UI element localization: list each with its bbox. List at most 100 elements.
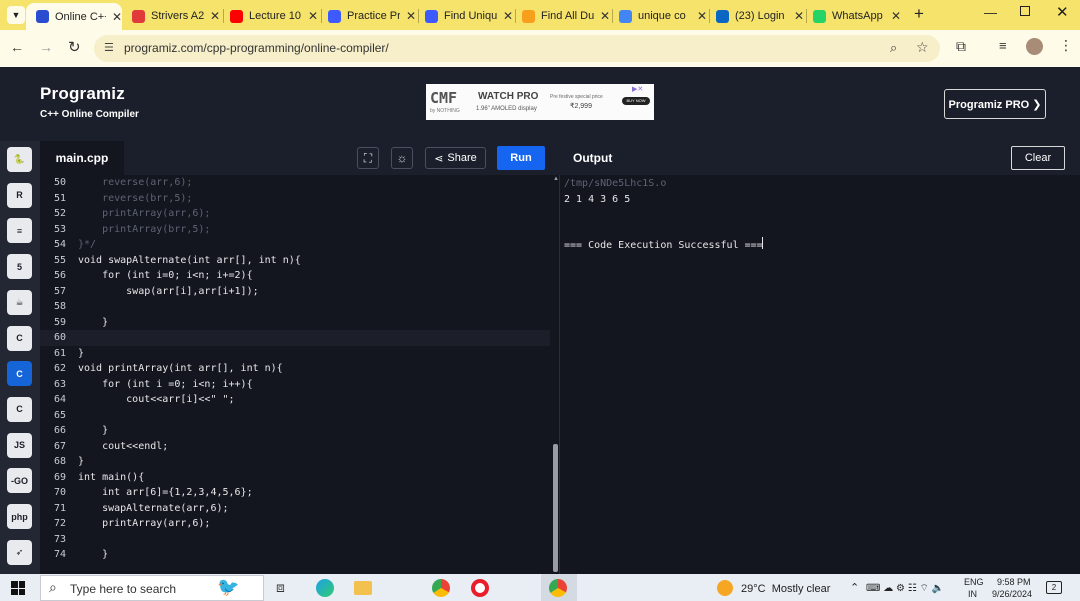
code-line[interactable]: 52 printArray(arr,6); bbox=[40, 206, 550, 222]
code-line[interactable]: 65 bbox=[40, 408, 550, 424]
code-line[interactable]: 51 reverse(brr,5); bbox=[40, 191, 550, 207]
windows-start-button[interactable] bbox=[11, 581, 25, 595]
close-tab-icon[interactable]: ✕ bbox=[697, 9, 707, 23]
task-view-icon[interactable]: ⧈ bbox=[276, 579, 285, 596]
input-region[interactable]: IN bbox=[968, 589, 977, 599]
back-icon[interactable]: ← bbox=[10, 39, 24, 55]
sql-icon[interactable]: ≡ bbox=[7, 218, 32, 244]
taskbar-search-input[interactable]: ⌕ Type here to search 🐦 bbox=[40, 575, 264, 601]
code-editor[interactable]: 50 reverse(arr,6); 51 reverse(brr,5); 52 p… bbox=[40, 175, 559, 574]
code-line[interactable]: 55 void swapAlternate(int arr[], int n){ bbox=[40, 253, 550, 269]
ad-cta-button[interactable]: BUY NOW bbox=[622, 97, 650, 105]
chrome-active-icon[interactable] bbox=[549, 579, 567, 597]
bird-widget-icon[interactable]: 🐦 bbox=[217, 577, 251, 599]
browser-tab[interactable]: Practice Problems ✕ bbox=[324, 4, 416, 28]
new-tab-button[interactable]: + bbox=[910, 4, 928, 24]
programiz-logo[interactable]: Programiz bbox=[40, 84, 125, 104]
zoom-icon[interactable]: ⌕ bbox=[890, 40, 897, 56]
clock-date[interactable]: 9/26/2024 bbox=[992, 589, 1032, 599]
file-explorer-icon[interactable] bbox=[354, 581, 372, 595]
javascript-icon[interactable]: JS bbox=[7, 432, 32, 458]
code-line[interactable]: 60 bbox=[40, 330, 550, 346]
code-line[interactable]: 69 int main(){ bbox=[40, 470, 550, 486]
browser-tab[interactable]: Find All Duplicates ✕ bbox=[518, 4, 610, 28]
code-line[interactable]: 74 } bbox=[40, 547, 550, 563]
clock-time[interactable]: 9:58 PM bbox=[997, 577, 1031, 587]
run-button[interactable]: Run bbox=[497, 146, 545, 170]
notification-icon[interactable]: 2 bbox=[1046, 581, 1062, 594]
code-line[interactable]: 61} bbox=[40, 346, 550, 362]
code-line[interactable]: 62 void printArray(int arr[], int n){ bbox=[40, 361, 550, 377]
tab-search-button[interactable]: ▼ bbox=[7, 6, 25, 24]
java-icon[interactable]: ☕ bbox=[7, 289, 32, 315]
opera-icon[interactable] bbox=[471, 579, 489, 597]
code-line[interactable]: 72 printArray(arr,6); bbox=[40, 516, 550, 532]
close-tab-icon[interactable]: ✕ bbox=[406, 9, 416, 23]
code-line[interactable]: 66 } bbox=[40, 423, 550, 439]
ad-choices-icon[interactable]: ▶✕ bbox=[632, 85, 652, 94]
code-line[interactable]: 59 } bbox=[40, 315, 550, 331]
chrome-icon[interactable] bbox=[432, 579, 450, 597]
browser-tab[interactable]: Online C++ ✕ bbox=[26, 3, 122, 30]
bookmark-star-icon[interactable]: ☆ bbox=[916, 39, 929, 56]
html5-icon[interactable]: 5 bbox=[7, 254, 32, 280]
r-icon[interactable]: R bbox=[7, 182, 32, 208]
reload-icon[interactable]: ↻ bbox=[68, 38, 81, 56]
share-button[interactable]: ⋖ Share bbox=[425, 147, 486, 169]
edge-icon[interactable] bbox=[316, 579, 334, 597]
input-language[interactable]: ENG bbox=[964, 577, 984, 587]
code-line[interactable]: 57 swap(arr[i],arr[i+1]); bbox=[40, 284, 550, 300]
browser-tab[interactable]: Find Unique ✕ bbox=[421, 4, 513, 28]
python-icon[interactable]: 🐍 bbox=[7, 147, 32, 172]
extensions-icon[interactable]: ⧉ bbox=[956, 38, 966, 55]
close-tab-icon[interactable]: ✕ bbox=[794, 9, 804, 23]
browser-menu-icon[interactable]: ⋮ bbox=[1059, 37, 1073, 54]
code-line[interactable]: 67 cout<<endl; bbox=[40, 439, 550, 455]
profile-avatar[interactable] bbox=[1026, 38, 1043, 55]
close-window-button[interactable]: ✕ bbox=[1056, 3, 1069, 21]
output-console[interactable]: /tmp/sNDe5Lhc1S.o 2 1 4 3 6 5 === Code Exe… bbox=[559, 175, 1080, 574]
tray-icons[interactable]: ⌨ ☁ ⚙ ☷ ⌔ 🔈 bbox=[866, 582, 944, 595]
code-line[interactable]: 53 printArray(brr,5); bbox=[40, 222, 550, 238]
file-tab-main-cpp[interactable]: main.cpp bbox=[40, 141, 124, 175]
code-line[interactable]: 73 bbox=[40, 532, 550, 548]
code-line[interactable]: 50 reverse(arr,6); bbox=[40, 175, 550, 191]
restore-button[interactable] bbox=[1020, 6, 1030, 16]
clear-button[interactable]: Clear bbox=[1011, 146, 1065, 170]
minimize-button[interactable]: — bbox=[984, 5, 997, 20]
browser-tab[interactable]: WhatsApp ✕ bbox=[809, 4, 901, 28]
weather-text[interactable]: 29°C Mostly clear bbox=[741, 583, 830, 595]
php-icon[interactable]: php bbox=[7, 504, 32, 529]
tray-chevron-up-icon[interactable]: ⌃ bbox=[850, 581, 859, 594]
theme-toggle-button[interactable]: ☼ bbox=[391, 147, 413, 169]
fullscreen-button[interactable]: ⛶ bbox=[357, 147, 379, 169]
close-tab-icon[interactable]: ✕ bbox=[308, 9, 318, 23]
csharp-icon[interactable]: C bbox=[7, 396, 32, 422]
code-line[interactable]: 58 bbox=[40, 299, 550, 315]
forward-icon[interactable]: → bbox=[39, 39, 53, 55]
code-line[interactable]: 54}*/ bbox=[40, 237, 550, 253]
code-line[interactable]: 56 for (int i=0; i<n; i+=2){ bbox=[40, 268, 550, 284]
media-controls-icon[interactable]: ≡ bbox=[999, 38, 1007, 53]
browser-tab[interactable]: Strivers A2Z ✕ bbox=[128, 4, 220, 28]
code-line[interactable]: 70 int arr[6]={1,2,3,4,5,6}; bbox=[40, 485, 550, 501]
code-line[interactable]: 68} bbox=[40, 454, 550, 470]
close-tab-icon[interactable]: ✕ bbox=[891, 9, 901, 23]
c-icon[interactable]: C bbox=[7, 325, 32, 351]
programiz-pro-button[interactable]: Programiz PRO ❯ bbox=[944, 89, 1046, 119]
cpp-icon[interactable]: C bbox=[7, 361, 32, 387]
weather-icon[interactable] bbox=[717, 580, 733, 596]
code-line[interactable]: 71 swapAlternate(arr,6); bbox=[40, 501, 550, 517]
close-tab-icon[interactable]: ✕ bbox=[210, 9, 220, 23]
browser-tab[interactable]: unique co ✕ bbox=[615, 4, 707, 28]
editor-scrollbar-thumb[interactable] bbox=[553, 444, 558, 572]
close-tab-icon[interactable]: ✕ bbox=[112, 10, 122, 24]
advertisement-banner[interactable]: CMF by NOTHING WATCH PRO 1.96" AMOLED di… bbox=[426, 84, 654, 120]
site-info-icon[interactable]: ☰ bbox=[104, 41, 114, 54]
close-tab-icon[interactable]: ✕ bbox=[600, 9, 610, 23]
swift-icon[interactable]: ➶ bbox=[7, 539, 32, 565]
close-tab-icon[interactable]: ✕ bbox=[503, 9, 513, 23]
address-bar[interactable]: ☰ programiz.com/cpp-programming/online-c… bbox=[94, 35, 940, 62]
browser-tab[interactable]: Lecture 10 ✕ bbox=[226, 4, 318, 28]
go-icon[interactable]: -GO bbox=[7, 468, 32, 494]
